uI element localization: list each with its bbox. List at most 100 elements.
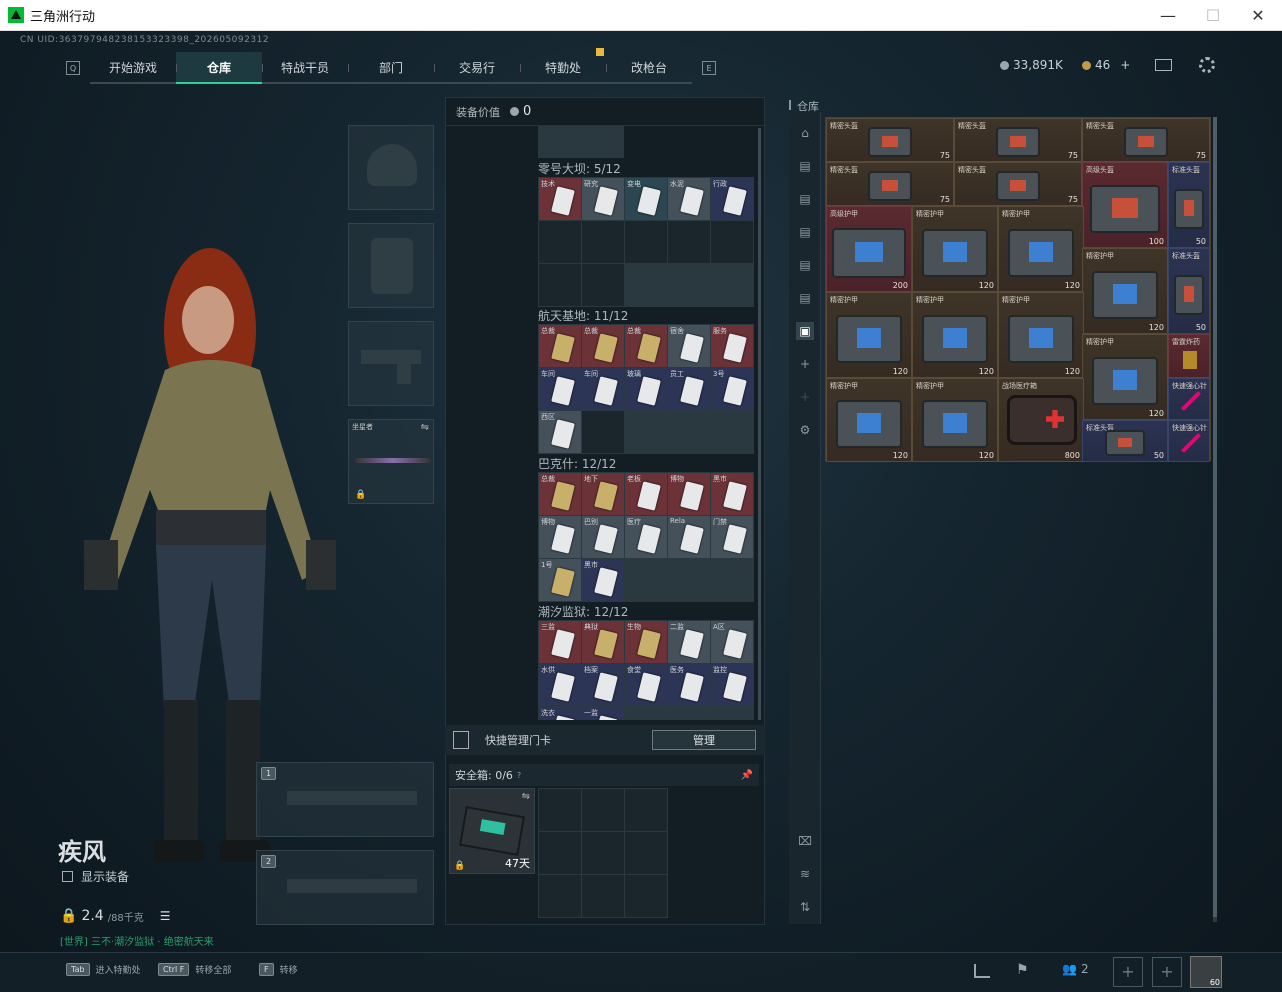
- keycard[interactable]: 一监: [582, 707, 624, 720]
- stash-item[interactable]: 精密头盔 75: [954, 162, 1082, 206]
- keycard[interactable]: 研究: [582, 178, 624, 220]
- keycard[interactable]: 员工: [668, 368, 710, 410]
- hotkey-enter-special-ops[interactable]: Tab 进入特勤处: [66, 963, 141, 976]
- safe-cell[interactable]: [539, 789, 581, 831]
- stash-item[interactable]: 标准头盔 50: [1082, 420, 1168, 462]
- stash-item[interactable]: 高级护甲 200: [826, 206, 912, 292]
- tab-department[interactable]: 部门: [348, 52, 434, 84]
- stash-page-icon-active[interactable]: ▣: [796, 322, 814, 340]
- list-icon[interactable]: ☰: [160, 909, 171, 923]
- stash-item[interactable]: 精密护甲 120: [826, 292, 912, 378]
- keycard[interactable]: 3号: [711, 368, 753, 410]
- keycard-scrollbar[interactable]: [758, 128, 761, 720]
- stash-item[interactable]: 精密护甲 120: [912, 206, 998, 292]
- add-squad-slot[interactable]: +: [1113, 957, 1143, 987]
- keycard[interactable]: 医务: [668, 664, 710, 706]
- stash-item[interactable]: 标准头盔 50: [1168, 162, 1210, 248]
- primary-weapon-slot-2[interactable]: 2: [256, 850, 434, 925]
- keycard[interactable]: 技术: [539, 178, 581, 220]
- keycard[interactable]: 典狱: [582, 621, 624, 663]
- tab-warehouse[interactable]: 仓库: [176, 52, 262, 84]
- keycard[interactable]: 黑市: [711, 473, 753, 515]
- keycard[interactable]: 黑市: [582, 559, 624, 601]
- stash-item[interactable]: 雷霆炸药: [1168, 334, 1210, 378]
- safe-cell[interactable]: [582, 875, 624, 917]
- safe-cell[interactable]: [582, 832, 624, 874]
- stash-item[interactable]: 精密护甲 120: [1082, 248, 1168, 334]
- keycard[interactable]: 总裁: [625, 325, 667, 367]
- stash-page-icon[interactable]: ▤: [796, 289, 814, 307]
- stash-page-icon[interactable]: ▤: [796, 223, 814, 241]
- tab-operators[interactable]: 特战干员: [262, 52, 348, 84]
- stash-item[interactable]: 精密护甲 120: [912, 378, 998, 462]
- nav-left-key[interactable]: Q: [66, 61, 80, 75]
- maximize-button[interactable]: ☐: [1190, 0, 1236, 31]
- sort-icon[interactable]: ⇅: [796, 898, 814, 916]
- hotkey-transfer[interactable]: F 转移: [259, 963, 298, 976]
- keycard[interactable]: 地下: [582, 473, 624, 515]
- mail-icon[interactable]: [1155, 59, 1172, 71]
- primary-weapon-slot-1[interactable]: 1: [256, 762, 434, 837]
- scan-icon[interactable]: ⌧: [796, 832, 814, 850]
- keycard[interactable]: 行政: [711, 178, 753, 220]
- keycard[interactable]: 西区: [539, 411, 581, 453]
- keycard[interactable]: 档案: [582, 664, 624, 706]
- stash-item[interactable]: 精密头盔 75: [954, 118, 1082, 162]
- stash-item[interactable]: 高级头盔 100: [1082, 162, 1168, 248]
- swap-icon[interactable]: ⇋: [421, 422, 429, 433]
- keycard[interactable]: 变电: [625, 178, 667, 220]
- safe-cell[interactable]: [625, 832, 667, 874]
- add-page-icon[interactable]: +: [796, 355, 814, 373]
- tab-special-ops[interactable]: 特勤处: [520, 52, 606, 84]
- safe-box-item[interactable]: ⇋ 🔒 47天: [449, 788, 535, 874]
- keycard[interactable]: 巴别: [582, 516, 624, 558]
- keycard[interactable]: 二监: [668, 621, 710, 663]
- stash-item[interactable]: 精密头盔 75: [826, 118, 954, 162]
- show-equipment-toggle[interactable]: 显示装备: [62, 868, 129, 885]
- keycard[interactable]: 食堂: [625, 664, 667, 706]
- keycard[interactable]: 水泥: [668, 178, 710, 220]
- safe-cell[interactable]: [582, 789, 624, 831]
- keycard[interactable]: 车间: [582, 368, 624, 410]
- friends-button[interactable]: 👥 2: [1062, 962, 1089, 976]
- stash-page-icon[interactable]: ▤: [796, 157, 814, 175]
- stash-page-icon[interactable]: ⌂: [796, 124, 814, 142]
- keycard[interactable]: A区: [711, 621, 753, 663]
- keycard[interactable]: 服务: [711, 325, 753, 367]
- keycard[interactable]: 玻璃: [625, 368, 667, 410]
- safe-cell[interactable]: [539, 875, 581, 917]
- stash-item[interactable]: 快速强心针: [1168, 420, 1210, 462]
- stash-item[interactable]: 精密护甲 120: [998, 206, 1084, 292]
- keycard[interactable]: 老板: [625, 473, 667, 515]
- keycard[interactable]: 博物: [668, 473, 710, 515]
- stats-chart-icon[interactable]: [974, 964, 990, 978]
- flag-icon[interactable]: ⚑: [1016, 962, 1029, 978]
- add-currency-button[interactable]: +: [1120, 58, 1130, 72]
- stash-scrollbar[interactable]: [1213, 117, 1217, 922]
- keycard[interactable]: 生物: [625, 621, 667, 663]
- stash-item[interactable]: 标准头盔 50: [1168, 248, 1210, 334]
- layers-icon[interactable]: ≋: [796, 865, 814, 883]
- gold-currency[interactable]: 46 +: [1082, 58, 1130, 72]
- stash-page-icon[interactable]: ▤: [796, 256, 814, 274]
- tab-gunsmith[interactable]: 改枪台: [606, 52, 692, 84]
- stash-item[interactable]: 精密护甲 120: [912, 292, 998, 378]
- hotkey-transfer-all[interactable]: Ctrl F 转移全部: [158, 963, 231, 976]
- stash-item[interactable]: 精密头盔 75: [826, 162, 954, 206]
- minimize-button[interactable]: —: [1145, 0, 1191, 31]
- close-button[interactable]: ✕: [1235, 0, 1281, 31]
- keycard[interactable]: 1号: [539, 559, 581, 601]
- keycard[interactable]: Rela: [668, 516, 710, 558]
- stash-item[interactable]: 精密护甲 120: [826, 378, 912, 462]
- pin-icon[interactable]: 📌: [741, 770, 753, 781]
- keycard[interactable]: 车间: [539, 368, 581, 410]
- keycard[interactable]: 监控: [711, 664, 753, 706]
- keycard[interactable]: 洗衣: [539, 707, 581, 720]
- safe-cell[interactable]: [625, 875, 667, 917]
- silver-currency[interactable]: 33,891K: [1000, 58, 1063, 72]
- stash-item[interactable]: 精密护甲 120: [998, 292, 1084, 378]
- help-icon[interactable]: ?: [517, 771, 521, 780]
- stash-page-icon[interactable]: ▤: [796, 190, 814, 208]
- keycard[interactable]: 医疗: [625, 516, 667, 558]
- stash-item[interactable]: 精密头盔 75: [1082, 118, 1210, 162]
